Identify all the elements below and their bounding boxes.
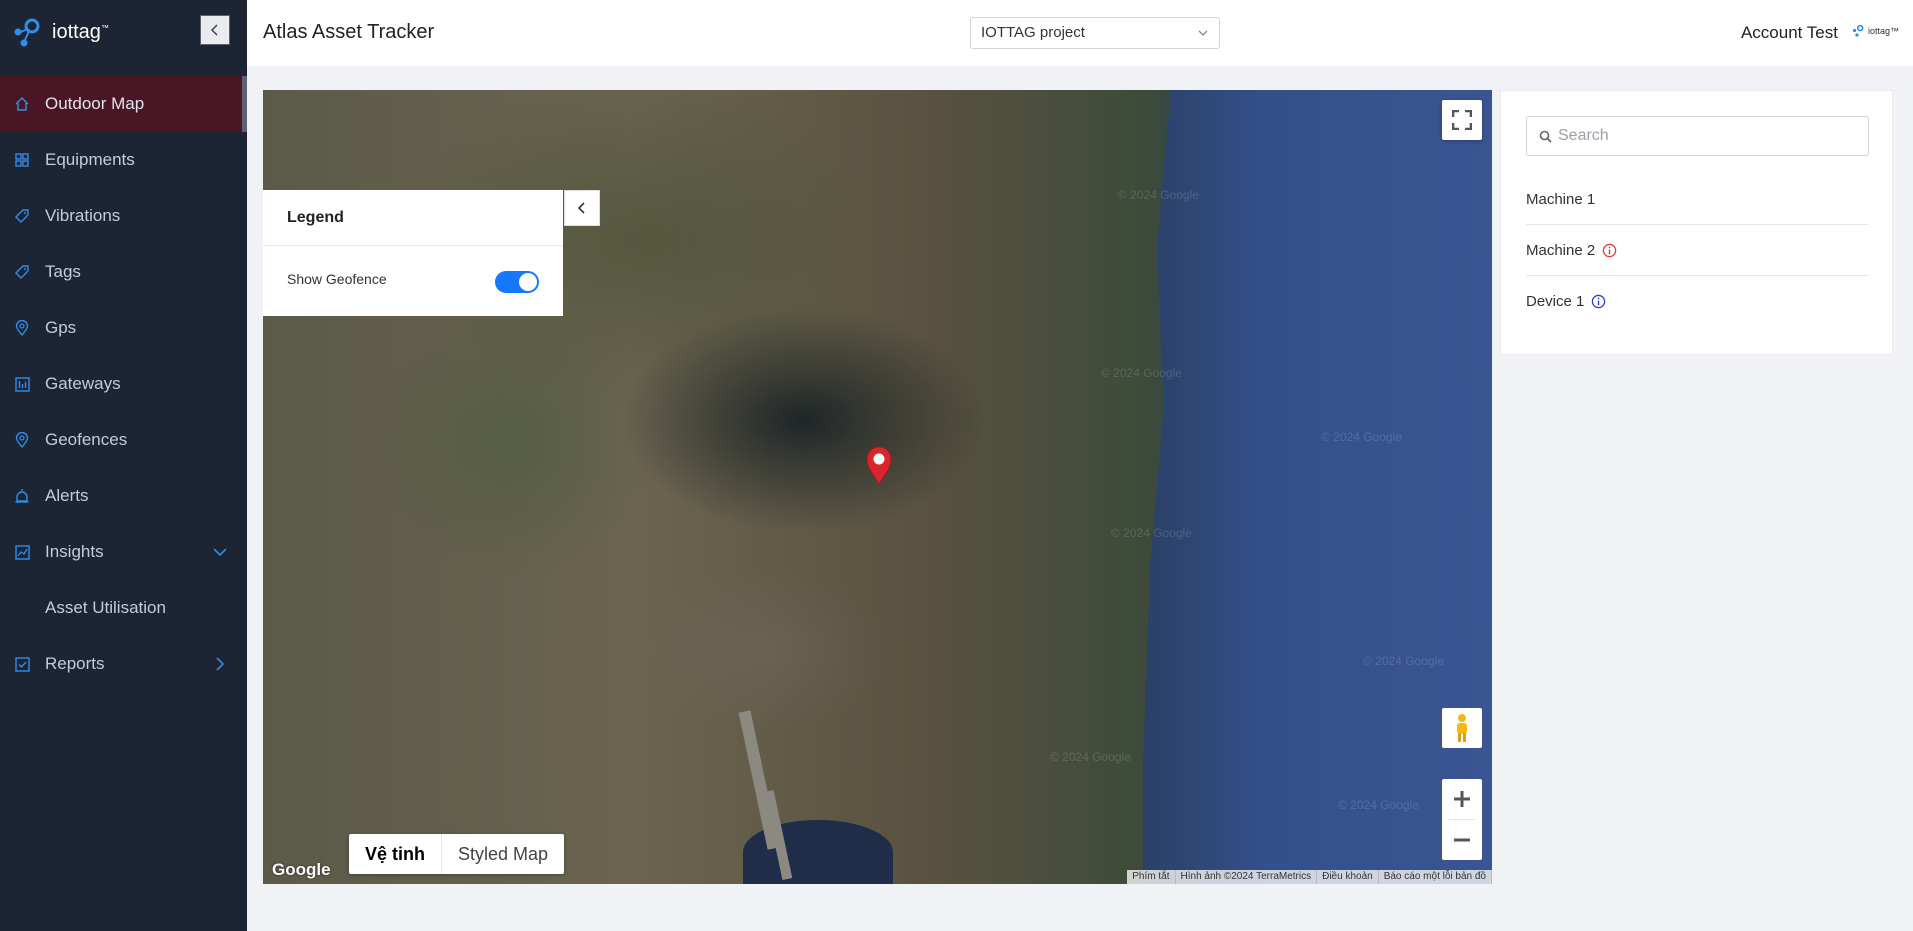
sidebar-item-label: Gps — [45, 318, 77, 337]
device-item-machine-1[interactable]: Machine 1 — [1526, 174, 1869, 225]
google-logo: Google — [272, 860, 331, 879]
sidebar-item-label: Geofences — [45, 430, 128, 449]
attribution-imagery: Hình ảnh ©2024 TerraMetrics — [1176, 870, 1318, 884]
pegman-icon — [1457, 714, 1467, 742]
sidebar: iottag™ Outdoor Map Equipments Vibration… — [0, 0, 247, 931]
show-geofence-toggle[interactable] — [495, 271, 539, 293]
top-header: Atlas Asset Tracker IOTTAG project Accou… — [247, 0, 1913, 66]
device-name: Device 1 — [1526, 293, 1585, 310]
map-watermark: © 2024 Google — [1050, 750, 1131, 764]
device-item-device-1[interactable]: Device 1 — [1526, 276, 1869, 327]
sidebar-item-label: Tags — [45, 262, 81, 281]
sidebar-item-label: Equipments — [45, 150, 135, 169]
device-name: Machine 2 — [1526, 241, 1596, 259]
sidebar-item-outdoor-map[interactable]: Outdoor Map — [0, 76, 247, 132]
iottag-logo-icon — [14, 18, 40, 47]
header-logo: iottag™ — [1852, 24, 1899, 37]
sidebar-item-tags[interactable]: Tags — [0, 244, 247, 300]
sidebar-item-geofences[interactable]: Geofences — [0, 412, 247, 468]
sidebar-item-alerts[interactable]: Alerts — [0, 468, 247, 524]
sidebar-collapse-button[interactable] — [200, 15, 230, 45]
search-icon — [1539, 130, 1552, 143]
map-attribution: Phím tắt Hình ảnh ©2024 TerraMetrics Điề… — [1127, 870, 1492, 884]
sidebar-nav: Outdoor Map Equipments Vibrations Tags G… — [0, 76, 247, 692]
page-title: Atlas Asset Tracker — [263, 21, 435, 43]
sidebar-item-label: Outdoor Map — [45, 94, 145, 113]
sidebar-item-label: Vibrations — [45, 206, 121, 225]
brand-name: iottag™ — [52, 20, 109, 43]
sidebar-item-label: Alerts — [45, 486, 89, 505]
legend-panel: Legend Show Geofence — [263, 190, 563, 316]
plus-icon — [1454, 791, 1470, 807]
alert-info-icon[interactable] — [1602, 243, 1617, 258]
sidebar-item-insights[interactable]: Insights — [0, 524, 247, 580]
satellite-map[interactable]: © 2024 Google © 2024 Google © 2024 Googl… — [263, 90, 1492, 884]
legend-geofence-row: Show Geofence — [263, 246, 563, 316]
sidebar-item-equipments[interactable]: Equipments — [0, 132, 247, 188]
map-type-styled-button[interactable]: Styled Map — [442, 834, 564, 874]
attribution-terms-link[interactable]: Điều khoản — [1317, 870, 1379, 884]
project-select-value: IOTTAG project — [981, 24, 1085, 41]
map-ocean — [1143, 90, 1492, 884]
location-pin-icon — [13, 319, 31, 337]
gateway-icon — [13, 375, 31, 393]
account-name[interactable]: Account Test — [1741, 23, 1838, 43]
sidebar-item-asset-utilisation[interactable]: Asset Utilisation — [0, 580, 247, 636]
chevron-left-icon — [210, 24, 218, 36]
zoom-out-button[interactable] — [1442, 820, 1482, 860]
sidebar-item-vibrations[interactable]: Vibrations — [0, 188, 247, 244]
sidebar-item-label: Insights — [45, 542, 104, 561]
legend-collapse-button[interactable] — [564, 190, 600, 226]
chevron-down-icon — [1198, 30, 1208, 36]
fullscreen-icon — [1452, 110, 1472, 130]
street-view-pegman[interactable] — [1442, 708, 1482, 748]
info-icon[interactable] — [1591, 294, 1606, 309]
sidebar-item-label: Gateways — [45, 374, 121, 393]
grid-icon — [13, 151, 31, 169]
chevron-left-icon — [577, 202, 585, 214]
zoom-control — [1442, 779, 1482, 860]
header-logo-text: iottag™ — [1867, 25, 1899, 36]
search-input[interactable] — [1558, 127, 1858, 145]
iottag-logo-icon — [1852, 24, 1864, 37]
location-marker-icon[interactable] — [865, 445, 893, 485]
device-list: Machine 1 Machine 2 Device 1 — [1526, 174, 1869, 327]
sidebar-item-gateways[interactable]: Gateways — [0, 356, 247, 412]
sidebar-item-label: Asset Utilisation — [45, 598, 166, 617]
chevron-down-icon — [213, 548, 227, 557]
project-select[interactable]: IOTTAG project — [970, 17, 1220, 49]
device-item-machine-2[interactable]: Machine 2 — [1526, 225, 1869, 276]
map-type-control: Vệ tinh Styled Map — [349, 834, 565, 874]
attribution-shortcuts-link[interactable]: Phím tắt — [1127, 870, 1176, 884]
tag-icon — [13, 263, 31, 281]
chevron-right-icon — [216, 657, 225, 671]
checklist-icon — [13, 655, 31, 673]
map-watermark: © 2024 Google — [1338, 798, 1419, 812]
map-type-satellite-button[interactable]: Vệ tinh — [349, 834, 443, 874]
map-watermark: © 2024 Google — [1101, 366, 1182, 380]
sidebar-item-reports[interactable]: Reports — [0, 636, 247, 692]
tag-icon — [13, 207, 31, 225]
legend-title: Legend — [263, 190, 563, 246]
sidebar-item-gps[interactable]: Gps — [0, 300, 247, 356]
attribution-report-link[interactable]: Báo cáo một lỗi bản đồ — [1379, 870, 1492, 884]
chart-icon — [13, 543, 31, 561]
show-geofence-label: Show Geofence — [287, 271, 387, 287]
fullscreen-button[interactable] — [1442, 100, 1482, 140]
brand-logo[interactable]: iottag™ — [12, 14, 109, 50]
map-watermark: © 2024 Google — [1118, 188, 1199, 202]
sidebar-item-label: Reports — [45, 654, 105, 673]
search-box[interactable] — [1526, 116, 1869, 156]
device-name: Machine 1 — [1526, 190, 1596, 208]
home-icon — [13, 95, 31, 113]
minus-icon — [1454, 838, 1470, 842]
map-watermark: © 2024 Google — [1321, 430, 1402, 444]
map-watermark: © 2024 Google — [1363, 654, 1444, 668]
alarm-icon — [13, 487, 31, 505]
zoom-in-button[interactable] — [1442, 779, 1482, 819]
device-panel: Machine 1 Machine 2 Device 1 — [1500, 90, 1893, 355]
location-pin-icon — [13, 431, 31, 449]
map-watermark: © 2024 Google — [1111, 526, 1192, 540]
